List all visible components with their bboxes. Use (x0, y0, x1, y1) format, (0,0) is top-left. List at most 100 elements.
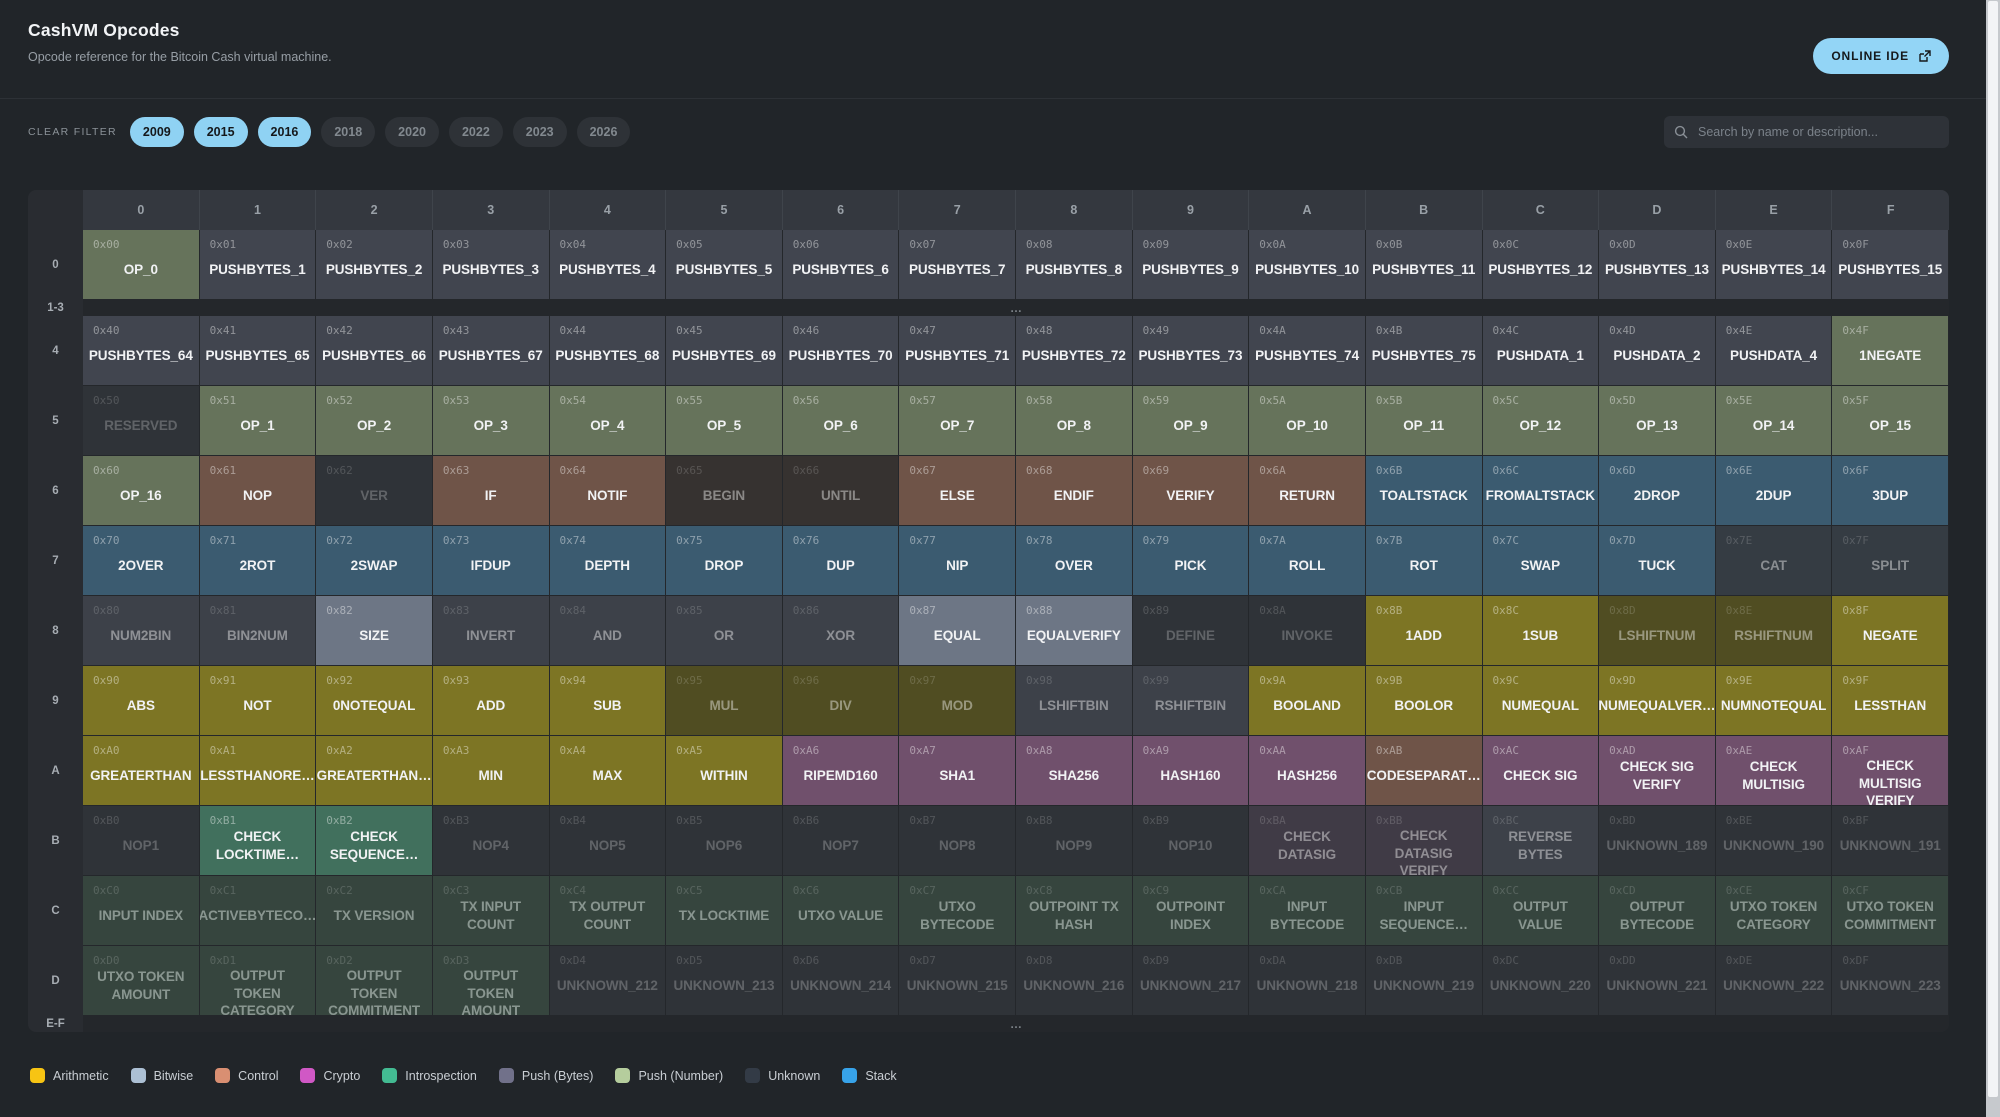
opcode-cell-0x4D[interactable]: 0x4D PUSHDATA_2 (1599, 316, 1716, 386)
opcode-cell-0xC1[interactable]: 0xC1 ACTIVEBYTECO… (199, 876, 317, 946)
page-scrollbar[interactable] (1986, 0, 2000, 1117)
opcode-cell-0xA9[interactable]: 0xA9 HASH160 (1132, 736, 1250, 806)
opcode-cell-0x9E[interactable]: 0x9E NUMNOTEQUAL (1715, 666, 1833, 736)
opcode-cell-0x76[interactable]: 0x76 DUP (782, 526, 900, 596)
opcode-cell-0x00[interactable]: 0x00 OP_0 (83, 230, 200, 300)
opcode-cell-0xCF[interactable]: 0xCF UTXO TOKEN COMMITMENT (1832, 876, 1949, 946)
opcode-cell-0xDE[interactable]: 0xDE UNKNOWN_222 (1715, 946, 1833, 1016)
opcode-cell-0xDB[interactable]: 0xDB UNKNOWN_219 (1365, 946, 1483, 1016)
opcode-cell-0xA7[interactable]: 0xA7 SHA1 (899, 736, 1016, 806)
opcode-cell-0x56[interactable]: 0x56 OP_6 (782, 386, 900, 456)
opcode-cell-0xA4[interactable]: 0xA4 MAX (549, 736, 667, 806)
opcode-cell-0x6D[interactable]: 0x6D 2DROP (1599, 456, 1716, 526)
opcode-cell-0x7D[interactable]: 0x7D TUCK (1599, 526, 1716, 596)
opcode-cell-0x6E[interactable]: 0x6E 2DUP (1715, 456, 1833, 526)
opcode-cell-0x8E[interactable]: 0x8E RSHIFTNUM (1715, 596, 1833, 666)
opcode-cell-0x8B[interactable]: 0x8B 1ADD (1365, 596, 1483, 666)
opcode-cell-0xB3[interactable]: 0xB3 NOP4 (432, 806, 550, 876)
opcode-cell-0x57[interactable]: 0x57 OP_7 (899, 386, 1016, 456)
opcode-cell-0x6B[interactable]: 0x6B TOALTSTACK (1365, 456, 1483, 526)
opcode-cell-0x0E[interactable]: 0x0E PUSHBYTES_14 (1715, 230, 1833, 300)
year-chip-2022[interactable]: 2022 (448, 117, 503, 147)
opcode-cell-0x61[interactable]: 0x61 NOP (199, 456, 317, 526)
scrollbar-thumb[interactable] (1988, 1, 1998, 1097)
opcode-cell-0x89[interactable]: 0x89 DEFINE (1132, 596, 1250, 666)
opcode-cell-0x6F[interactable]: 0x6F 3DUP (1832, 456, 1949, 526)
collapsed-range-1-3[interactable]: … (83, 300, 1949, 316)
opcode-cell-0x85[interactable]: 0x85 OR (666, 596, 783, 666)
online-ide-button[interactable]: ONLINE IDE (1813, 38, 1949, 74)
opcode-cell-0x54[interactable]: 0x54 OP_4 (549, 386, 667, 456)
opcode-cell-0x4C[interactable]: 0x4C PUSHDATA_1 (1482, 316, 1600, 386)
opcode-cell-0x79[interactable]: 0x79 PICK (1132, 526, 1250, 596)
opcode-cell-0x55[interactable]: 0x55 OP_5 (666, 386, 783, 456)
opcode-cell-0xA1[interactable]: 0xA1 LESSTHANORE… (199, 736, 317, 806)
opcode-cell-0x9A[interactable]: 0x9A BOOLAND (1249, 666, 1366, 736)
opcode-cell-0x4B[interactable]: 0x4B PUSHBYTES_75 (1365, 316, 1483, 386)
opcode-cell-0x86[interactable]: 0x86 XOR (782, 596, 900, 666)
opcode-cell-0x4E[interactable]: 0x4E PUSHDATA_4 (1715, 316, 1833, 386)
opcode-cell-0x48[interactable]: 0x48 PUSHBYTES_72 (1016, 316, 1133, 386)
opcode-cell-0xBD[interactable]: 0xBD UNKNOWN_189 (1599, 806, 1716, 876)
opcode-cell-0xA0[interactable]: 0xA0 GREATERTHAN (83, 736, 200, 806)
opcode-cell-0xB8[interactable]: 0xB8 NOP9 (1016, 806, 1133, 876)
opcode-cell-0xA8[interactable]: 0xA8 SHA256 (1016, 736, 1133, 806)
opcode-cell-0x81[interactable]: 0x81 BIN2NUM (199, 596, 317, 666)
opcode-cell-0xAC[interactable]: 0xAC CHECK SIG (1482, 736, 1600, 806)
opcode-cell-0xBF[interactable]: 0xBF UNKNOWN_191 (1832, 806, 1949, 876)
opcode-cell-0x88[interactable]: 0x88 EQUALVERIFY (1016, 596, 1133, 666)
opcode-cell-0xCB[interactable]: 0xCB INPUT SEQUENCE… (1365, 876, 1483, 946)
opcode-cell-0x7A[interactable]: 0x7A ROLL (1249, 526, 1366, 596)
clear-filter-button[interactable]: CLEAR FILTER (28, 126, 117, 138)
opcode-cell-0xD5[interactable]: 0xD5 UNKNOWN_213 (666, 946, 783, 1016)
opcode-cell-0x8D[interactable]: 0x8D LSHIFTNUM (1599, 596, 1716, 666)
year-chip-2016[interactable]: 2016 (257, 117, 312, 147)
opcode-cell-0x6C[interactable]: 0x6C FROMALTSTACK (1482, 456, 1600, 526)
opcode-cell-0x04[interactable]: 0x04 PUSHBYTES_4 (549, 230, 667, 300)
opcode-cell-0xCA[interactable]: 0xCA INPUT BYTECODE (1249, 876, 1366, 946)
opcode-cell-0x0C[interactable]: 0x0C PUSHBYTES_12 (1482, 230, 1600, 300)
opcode-cell-0xB6[interactable]: 0xB6 NOP7 (782, 806, 900, 876)
opcode-cell-0x92[interactable]: 0x92 0NOTEQUAL (316, 666, 433, 736)
year-chip-2009[interactable]: 2009 (129, 117, 184, 147)
opcode-cell-0x75[interactable]: 0x75 DROP (666, 526, 783, 596)
opcode-cell-0x53[interactable]: 0x53 OP_3 (432, 386, 550, 456)
opcode-cell-0x69[interactable]: 0x69 VERIFY (1132, 456, 1250, 526)
opcode-cell-0x9D[interactable]: 0x9D NUMEQUALVER… (1599, 666, 1716, 736)
opcode-cell-0xA2[interactable]: 0xA2 GREATERTHAN… (316, 736, 433, 806)
opcode-cell-0x60[interactable]: 0x60 OP_16 (83, 456, 200, 526)
opcode-cell-0xB7[interactable]: 0xB7 NOP8 (899, 806, 1016, 876)
opcode-cell-0x5C[interactable]: 0x5C OP_12 (1482, 386, 1600, 456)
opcode-cell-0x0B[interactable]: 0x0B PUSHBYTES_11 (1365, 230, 1483, 300)
opcode-cell-0x5B[interactable]: 0x5B OP_11 (1365, 386, 1483, 456)
opcode-cell-0x59[interactable]: 0x59 OP_9 (1132, 386, 1250, 456)
opcode-cell-0x58[interactable]: 0x58 OP_8 (1016, 386, 1133, 456)
opcode-cell-0x45[interactable]: 0x45 PUSHBYTES_69 (666, 316, 783, 386)
opcode-cell-0x62[interactable]: 0x62 VER (316, 456, 433, 526)
opcode-cell-0x51[interactable]: 0x51 OP_1 (199, 386, 317, 456)
opcode-cell-0xD4[interactable]: 0xD4 UNKNOWN_212 (549, 946, 667, 1016)
opcode-cell-0x9B[interactable]: 0x9B BOOLOR (1365, 666, 1483, 736)
opcode-cell-0x78[interactable]: 0x78 OVER (1016, 526, 1133, 596)
opcode-cell-0x02[interactable]: 0x02 PUSHBYTES_2 (316, 230, 433, 300)
opcode-cell-0xC5[interactable]: 0xC5 TX LOCKTIME (666, 876, 783, 946)
opcode-cell-0x64[interactable]: 0x64 NOTIF (549, 456, 667, 526)
year-chip-2015[interactable]: 2015 (193, 117, 248, 147)
opcode-cell-0xC7[interactable]: 0xC7 UTXO BYTECODE (899, 876, 1016, 946)
opcode-cell-0x5F[interactable]: 0x5F OP_15 (1832, 386, 1949, 456)
opcode-cell-0xDA[interactable]: 0xDA UNKNOWN_218 (1249, 946, 1366, 1016)
opcode-cell-0x7C[interactable]: 0x7C SWAP (1482, 526, 1600, 596)
opcode-cell-0x09[interactable]: 0x09 PUSHBYTES_9 (1132, 230, 1250, 300)
opcode-cell-0x77[interactable]: 0x77 NIP (899, 526, 1016, 596)
opcode-cell-0xC8[interactable]: 0xC8 OUTPOINT TX HASH (1016, 876, 1133, 946)
opcode-cell-0x97[interactable]: 0x97 MOD (899, 666, 1016, 736)
opcode-cell-0xC9[interactable]: 0xC9 OUTPOINT INDEX (1132, 876, 1250, 946)
opcode-cell-0x87[interactable]: 0x87 EQUAL (899, 596, 1016, 666)
opcode-cell-0xAD[interactable]: 0xAD CHECK SIG VERIFY (1599, 736, 1716, 806)
opcode-cell-0xD1[interactable]: 0xD1 OUTPUT TOKEN CATEGORY (199, 946, 317, 1016)
opcode-cell-0x80[interactable]: 0x80 NUM2BIN (83, 596, 200, 666)
opcode-cell-0xB1[interactable]: 0xB1 CHECK LOCKTIME… (199, 806, 317, 876)
opcode-cell-0xBE[interactable]: 0xBE UNKNOWN_190 (1715, 806, 1833, 876)
opcode-cell-0xBC[interactable]: 0xBC REVERSE BYTES (1482, 806, 1600, 876)
opcode-cell-0x49[interactable]: 0x49 PUSHBYTES_73 (1132, 316, 1250, 386)
